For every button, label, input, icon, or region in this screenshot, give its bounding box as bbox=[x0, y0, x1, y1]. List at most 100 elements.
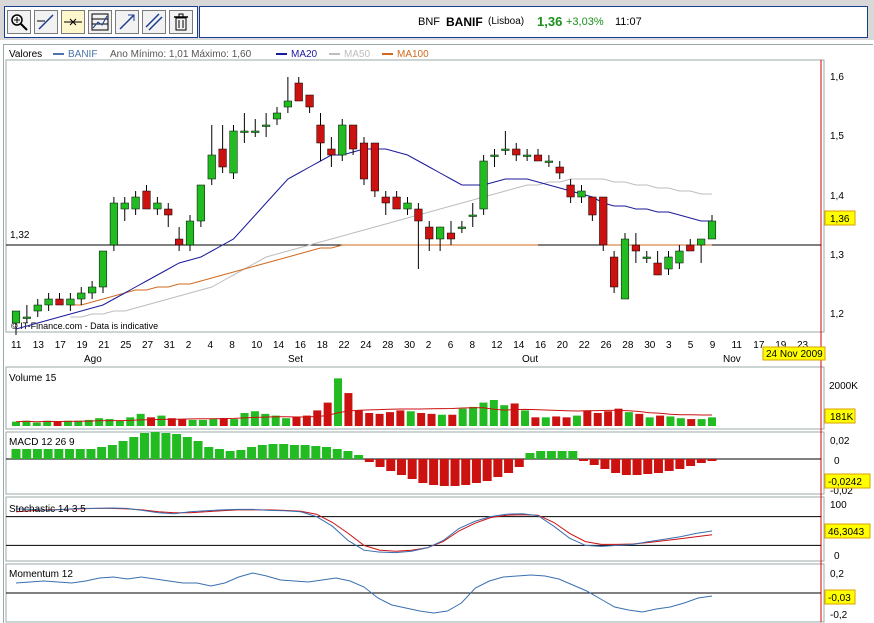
volume-bar bbox=[126, 417, 135, 426]
candle-body bbox=[98, 250, 108, 288]
macd-bar bbox=[300, 445, 310, 459]
price-tick: 1,4 bbox=[830, 191, 844, 202]
candle-body bbox=[218, 148, 227, 168]
candle-body bbox=[185, 220, 195, 246]
parallel-line-icon[interactable] bbox=[142, 10, 166, 34]
candle-body bbox=[229, 130, 238, 174]
x-tick-label: 8 bbox=[229, 340, 235, 351]
momentum-current: -0,03 bbox=[828, 593, 851, 604]
volume-bar bbox=[676, 418, 685, 426]
macd-bar bbox=[557, 451, 567, 459]
macd-bar bbox=[439, 459, 449, 486]
macd-bar bbox=[504, 459, 514, 473]
macd-bar bbox=[643, 459, 653, 474]
volume-bar bbox=[385, 412, 394, 426]
volume-bar bbox=[334, 378, 343, 426]
x-tick-label: 11 bbox=[732, 340, 743, 351]
candle-body bbox=[305, 94, 314, 108]
x-tick-label: 2 bbox=[186, 340, 192, 351]
price-tick: 1,5 bbox=[830, 131, 844, 142]
stoch-panel bbox=[5, 496, 825, 562]
legend-ma100: MA100 bbox=[397, 49, 429, 60]
macd-tick: 0 bbox=[834, 456, 840, 467]
candle-body bbox=[175, 238, 184, 246]
candle-body bbox=[66, 298, 75, 306]
candle-body bbox=[207, 154, 216, 180]
candle-body bbox=[272, 112, 282, 120]
volume-bar bbox=[645, 417, 654, 426]
candle-body bbox=[338, 124, 347, 156]
x-tick-label: 16 bbox=[295, 340, 307, 351]
macd-bar bbox=[653, 459, 663, 473]
candle-body bbox=[196, 184, 205, 222]
x-tick-label: 26 bbox=[601, 340, 613, 351]
macd-bar bbox=[86, 449, 96, 459]
x-tick-label: 4 bbox=[208, 340, 214, 351]
candle-body bbox=[610, 256, 619, 288]
macd-bar bbox=[161, 433, 171, 459]
candle-body bbox=[512, 148, 521, 156]
macd-tick: 0,02 bbox=[830, 436, 850, 447]
volume-bar bbox=[593, 413, 602, 426]
x-tick-label: 21 bbox=[98, 340, 110, 351]
candle-body bbox=[77, 292, 86, 300]
zoom-icon[interactable] bbox=[7, 10, 31, 34]
candle-body bbox=[599, 196, 608, 246]
candle-body bbox=[697, 238, 706, 246]
volume-bar bbox=[708, 417, 716, 426]
volume-bar bbox=[541, 417, 550, 426]
macd-bar bbox=[600, 459, 610, 469]
month-label: Set bbox=[288, 354, 303, 365]
candle-body bbox=[153, 202, 162, 210]
volume-bar bbox=[666, 416, 675, 426]
volume-bar bbox=[53, 421, 62, 426]
macd-bar bbox=[343, 451, 353, 459]
legend-ma50: MA50 bbox=[344, 49, 371, 60]
candle-body bbox=[142, 190, 151, 210]
macd-bar bbox=[32, 449, 42, 459]
x-tick-label: 30 bbox=[644, 340, 656, 351]
macd-bar bbox=[418, 459, 428, 483]
volume-bar bbox=[697, 419, 706, 426]
indicator-icon[interactable] bbox=[88, 10, 112, 34]
volume-bar bbox=[521, 410, 530, 426]
volume-bar bbox=[354, 410, 363, 426]
macd-bar bbox=[664, 459, 674, 471]
draw-line-icon[interactable] bbox=[34, 10, 58, 34]
stoch-tick: 100 bbox=[830, 500, 847, 511]
volume-bar bbox=[209, 419, 218, 426]
macd-bar bbox=[354, 455, 364, 459]
volume-bar bbox=[240, 413, 249, 426]
candle-body bbox=[164, 208, 173, 216]
candle-body bbox=[392, 196, 401, 210]
macd-bar bbox=[268, 444, 278, 459]
macd-bar bbox=[97, 447, 107, 459]
volume-bar bbox=[32, 422, 41, 426]
macd-bar bbox=[707, 459, 717, 461]
ticker-symbol: BNF bbox=[418, 16, 440, 28]
macd-bar bbox=[696, 459, 706, 463]
candle-body bbox=[566, 184, 575, 198]
trend-line-icon[interactable] bbox=[115, 10, 139, 34]
macd-bar bbox=[107, 445, 117, 459]
x-tick-label: 9 bbox=[710, 340, 716, 351]
macd-bar bbox=[375, 459, 385, 467]
x-axis: 11 13 17 19 21 25 27 31 2 4 8 10 14 16 18 22 24 28 30 2 6 8 12… bbox=[11, 340, 809, 351]
ref-level-label: 1,32 bbox=[10, 230, 30, 241]
volume-bar bbox=[375, 413, 384, 426]
crosshair-icon[interactable] bbox=[61, 10, 85, 34]
volume-bar bbox=[188, 419, 197, 426]
candle-body bbox=[588, 196, 597, 216]
candle-body bbox=[544, 160, 553, 163]
macd-bar bbox=[150, 432, 160, 459]
trash-icon[interactable] bbox=[169, 10, 193, 34]
ticker-time: 11:07 bbox=[615, 16, 642, 28]
x-tick-label: 10 bbox=[251, 340, 263, 351]
x-tick-label: 19 bbox=[77, 340, 89, 351]
ticker-price: 1,36 bbox=[537, 14, 563, 29]
candle-body bbox=[686, 244, 695, 252]
volume-bar bbox=[572, 415, 581, 426]
volume-bar bbox=[396, 410, 405, 426]
chart-canvas[interactable]: Valores BANIF Ano Mínimo: 1,01 Máximo: 1… bbox=[4, 45, 873, 623]
macd-bar bbox=[214, 449, 224, 459]
